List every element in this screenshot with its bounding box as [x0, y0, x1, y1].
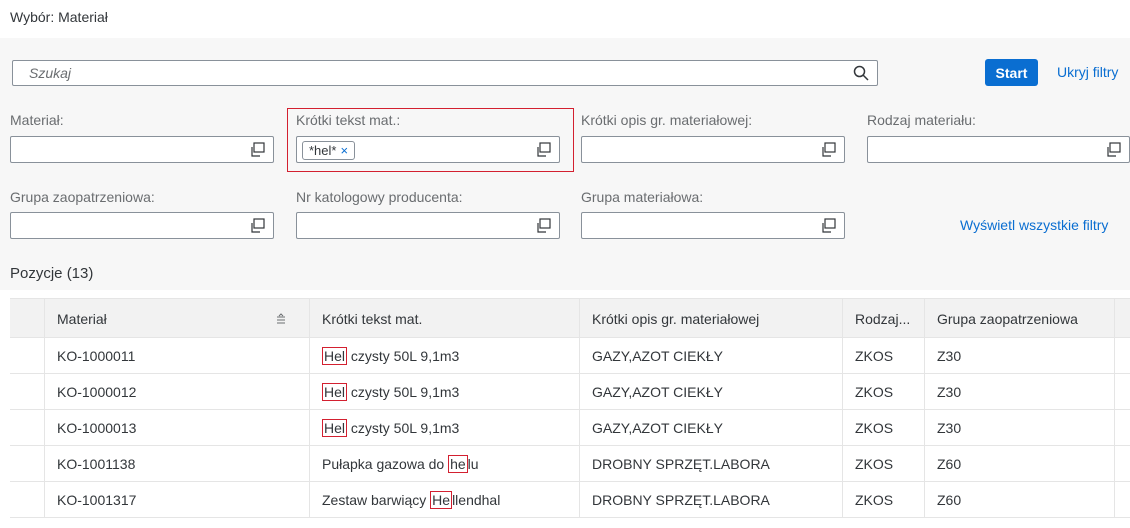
- value-help-icon[interactable]: [820, 218, 836, 234]
- table-row[interactable]: KO-1001317 Zestaw barwiący He llendhal DR…: [10, 482, 1130, 518]
- match-highlight: Hel: [322, 383, 348, 401]
- search-icon[interactable]: [853, 65, 869, 81]
- cell-type: ZKOS: [843, 374, 925, 410]
- cell-group-desc: GAZY,AZOT CIEKŁY: [580, 374, 843, 410]
- hide-filters-link[interactable]: Ukryj filtry: [1057, 64, 1118, 80]
- text-suffix: czysty 50L 9,1m3: [347, 420, 460, 436]
- column-header-short-text[interactable]: Krótki tekst mat.: [310, 299, 580, 339]
- row-selector[interactable]: [10, 446, 45, 481]
- row-selector[interactable]: [10, 410, 45, 445]
- value-help-icon[interactable]: [535, 218, 551, 234]
- cell-group-desc: GAZY,AZOT CIEKŁY: [580, 410, 843, 446]
- show-all-filters-link[interactable]: Wyświetl wszystkie filtry: [960, 217, 1108, 233]
- table-row[interactable]: KO-1000012 Hel czysty 50L 9,1m3 GAZY,AZO…: [10, 374, 1130, 410]
- cell-group-desc: DROBNY SPRZĘT.LABORA: [580, 482, 843, 518]
- token-text: *hel*: [309, 143, 337, 158]
- material-field[interactable]: [10, 136, 274, 163]
- table-row[interactable]: KO-1000013 Hel czysty 50L 9,1m3 GAZY,AZO…: [10, 410, 1130, 446]
- start-button[interactable]: Start: [985, 59, 1038, 86]
- cell-material: KO-1001138: [45, 446, 310, 482]
- table-row[interactable]: KO-1000011 Hel czysty 50L 9,1m3 GAZY,AZO…: [10, 338, 1130, 374]
- cell-short-text: Hel czysty 50L 9,1m3: [310, 410, 580, 446]
- text-prefix: Pułapka gazowa do: [322, 456, 449, 472]
- sort-icon: [277, 313, 285, 324]
- value-help-icon[interactable]: [535, 142, 551, 158]
- page-title: Wybór: Materiał: [10, 9, 108, 25]
- table-row[interactable]: KO-1001138 Pułapka gazowa do he lu DROBNY…: [10, 446, 1130, 482]
- results-table: Materiał Krótki tekst mat. Krótki opis g…: [10, 298, 1130, 528]
- column-header-type[interactable]: Rodzaj...: [843, 299, 925, 339]
- match-highlight: He: [430, 491, 453, 509]
- cell-material: KO-1001317: [45, 482, 310, 518]
- table-header: Materiał Krótki tekst mat. Krótki opis g…: [10, 298, 1130, 339]
- material-group-field[interactable]: [581, 212, 845, 239]
- cell-short-text: Pułapka gazowa do he lu: [310, 446, 580, 482]
- cell-material: KO-1000013: [45, 410, 310, 446]
- cell-type: ZKOS: [843, 482, 925, 518]
- cell-purchasing-group: Z60: [925, 482, 1115, 518]
- material-label: Materiał:: [10, 112, 64, 128]
- text-suffix: czysty 50L 9,1m3: [347, 348, 460, 364]
- cell-type: ZKOS: [843, 410, 925, 446]
- material-group-label: Grupa materiałowa:: [581, 189, 704, 205]
- group-desc-label: Krótki opis gr. materiałowej:: [581, 112, 753, 128]
- table-title: Pozycje (13): [10, 265, 94, 282]
- match-highlight: he: [448, 455, 468, 473]
- short-text-label: Krótki tekst mat.:: [296, 112, 401, 128]
- search-placeholder: Szukaj: [29, 65, 72, 81]
- text-suffix: llendhal: [452, 492, 501, 508]
- column-header-group-desc[interactable]: Krótki opis gr. materiałowej: [580, 299, 843, 339]
- cell-type: ZKOS: [843, 446, 925, 482]
- cell-short-text: Zestaw barwiący He llendhal: [310, 482, 580, 518]
- purchasing-group-field[interactable]: [10, 212, 274, 239]
- select-all-cell[interactable]: [10, 299, 45, 337]
- match-highlight: Hel: [322, 347, 348, 365]
- cell-type: ZKOS: [843, 338, 925, 374]
- purchasing-group-label: Grupa zaopatrzeniowa:: [10, 189, 155, 205]
- column-header-material[interactable]: Materiał: [45, 299, 310, 339]
- text-suffix: czysty 50L 9,1m3: [347, 384, 460, 400]
- group-desc-field[interactable]: [581, 136, 845, 163]
- token-remove-icon[interactable]: ×: [340, 143, 348, 158]
- match-highlight: Hel: [322, 419, 348, 437]
- catalog-number-label: Nr katologowy producenta:: [296, 189, 463, 205]
- row-selector[interactable]: [10, 374, 45, 409]
- cell-purchasing-group: Z30: [925, 410, 1115, 446]
- filter-token[interactable]: *hel* ×: [302, 141, 356, 160]
- cell-group-desc: GAZY,AZOT CIEKŁY: [580, 338, 843, 374]
- cell-purchasing-group: Z30: [925, 338, 1115, 374]
- value-help-icon[interactable]: [249, 218, 265, 234]
- value-help-icon[interactable]: [1105, 142, 1121, 158]
- cell-group-desc: DROBNY SPRZĘT.LABORA: [580, 446, 843, 482]
- cell-purchasing-group: Z30: [925, 374, 1115, 410]
- cell-material: KO-1000011: [45, 338, 310, 374]
- column-header-purchasing-group[interactable]: Grupa zaopatrzeniowa: [925, 299, 1115, 339]
- cell-short-text: Hel czysty 50L 9,1m3: [310, 374, 580, 410]
- value-help-icon[interactable]: [249, 142, 265, 158]
- cell-material: KO-1000012: [45, 374, 310, 410]
- row-selector[interactable]: [10, 482, 45, 517]
- text-prefix: Zestaw barwiący: [322, 492, 431, 508]
- text-suffix: lu: [467, 456, 479, 472]
- row-selector[interactable]: [10, 338, 45, 373]
- material-type-field[interactable]: [867, 136, 1130, 163]
- search-input[interactable]: Szukaj: [12, 60, 878, 86]
- value-help-icon[interactable]: [820, 142, 836, 158]
- material-type-label: Rodzaj materiału:: [867, 112, 976, 128]
- cell-short-text: Hel czysty 50L 9,1m3: [310, 338, 580, 374]
- short-text-field[interactable]: *hel* ×: [296, 136, 560, 163]
- cell-purchasing-group: Z60: [925, 446, 1115, 482]
- catalog-number-field[interactable]: [296, 212, 560, 239]
